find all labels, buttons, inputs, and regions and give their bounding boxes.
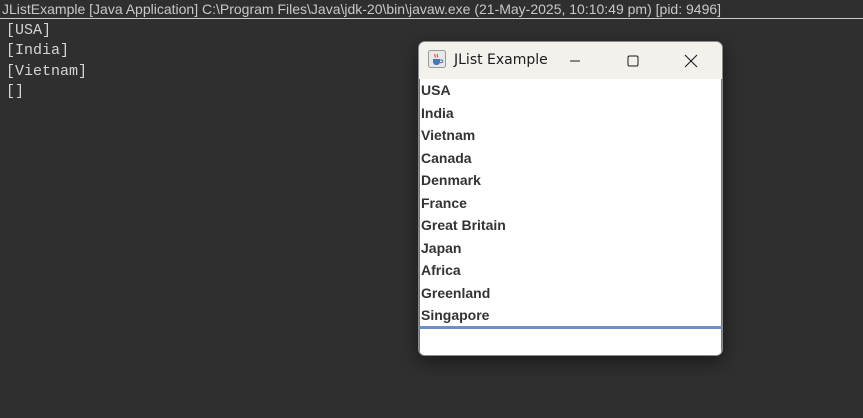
list-item[interactable]: USA [420,79,721,102]
window-title: JList Example [454,52,548,68]
list-item[interactable]: Singapore [420,304,721,327]
list-item[interactable]: Great Britain [420,214,721,237]
console-output[interactable]: [USA] [India] [Vietnam] [] [6,21,87,102]
minimize-icon [570,60,580,61]
console-line: [India] [6,42,70,60]
close-button[interactable] [662,42,720,79]
list-item[interactable]: India [420,102,721,125]
console-header: JListExample [Java Application] C:\Progr… [0,0,863,19]
list-item[interactable]: Canada [420,147,721,170]
title-bar[interactable]: JList Example [419,42,722,79]
list-item[interactable]: France [420,192,721,215]
maximize-icon [627,55,639,66]
jlist-window: JList Example USA India Vietnam Canada D… [418,41,723,356]
console-line: [USA] [6,22,52,39]
close-icon [684,54,698,67]
list-item[interactable]: Japan [420,237,721,260]
list-item[interactable]: Africa [420,259,721,282]
console-line: [] [6,82,25,100]
minimize-button[interactable] [546,42,604,79]
java-cup-icon [428,50,446,68]
list-item[interactable]: Greenland [420,282,721,305]
maximize-button[interactable] [604,42,662,79]
list-item[interactable]: Vietnam [420,124,721,147]
country-list[interactable]: USA India Vietnam Canada Denmark France … [419,79,722,326]
output-text-field[interactable] [419,329,722,355]
list-item[interactable]: Denmark [420,169,721,192]
console-line: [Vietnam] [6,62,88,80]
